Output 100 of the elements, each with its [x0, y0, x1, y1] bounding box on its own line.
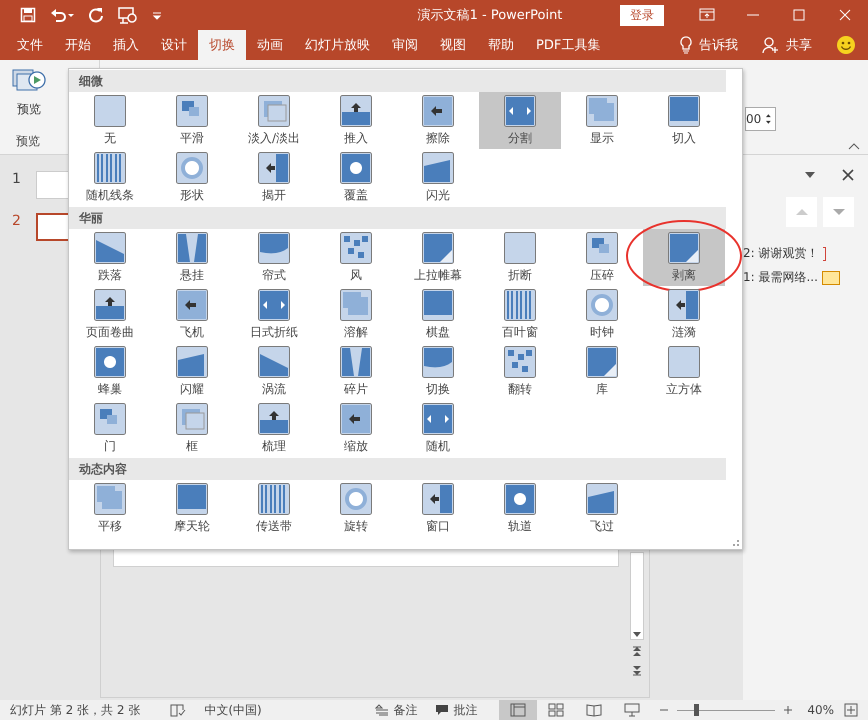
- preview-button[interactable]: 预览: [10, 65, 48, 120]
- zoom-percent[interactable]: 40%: [807, 703, 834, 717]
- transition-option[interactable]: 日式折纸: [233, 286, 315, 343]
- notes-button[interactable]: 备注: [393, 702, 418, 718]
- transition-option[interactable]: 悬挂: [151, 229, 233, 286]
- transition-option[interactable]: 形状: [151, 149, 233, 206]
- transition-option[interactable]: 百叶窗: [479, 286, 561, 343]
- ribbon-tab[interactable]: 插入: [102, 30, 150, 60]
- share-person-icon[interactable]: [762, 36, 780, 54]
- resize-grip-icon[interactable]: [732, 539, 740, 547]
- transition-option[interactable]: 旋转: [315, 480, 397, 537]
- fit-to-window-icon[interactable]: [844, 703, 858, 717]
- ribbon-tab[interactable]: 帮助: [477, 30, 525, 60]
- zoom-slider-thumb[interactable]: [694, 704, 699, 716]
- ribbon-tab[interactable]: 切换: [198, 30, 246, 60]
- transition-option[interactable]: 溶解: [315, 286, 397, 343]
- smiley-icon[interactable]: [836, 35, 856, 55]
- customize-caret-icon[interactable]: [152, 10, 162, 20]
- transition-option[interactable]: 框: [151, 400, 233, 457]
- transition-option[interactable]: 门: [69, 400, 151, 457]
- transition-option[interactable]: 摩天轮: [151, 480, 233, 537]
- transition-option[interactable]: 翻转: [479, 343, 561, 400]
- comment-icon[interactable]: [435, 704, 450, 716]
- ribbon-tab[interactable]: 幻灯片放映: [294, 30, 381, 60]
- transition-option[interactable]: 切换: [397, 343, 479, 400]
- tell-me-search[interactable]: 告诉我: [699, 36, 738, 54]
- ribbon-tab[interactable]: 视图: [429, 30, 477, 60]
- transition-option[interactable]: 显示: [561, 92, 643, 149]
- ribbon-tab[interactable]: 设计: [150, 30, 198, 60]
- view-button[interactable]: [499, 700, 538, 720]
- share-button[interactable]: 共享: [786, 36, 812, 54]
- next-slide-icon[interactable]: [632, 664, 642, 676]
- slideshow-icon[interactable]: [118, 6, 138, 24]
- transition-option[interactable]: 淡入/淡出: [233, 92, 315, 149]
- transition-option[interactable]: 库: [561, 343, 643, 400]
- transition-option[interactable]: 页面卷曲: [69, 286, 151, 343]
- transition-option[interactable]: 梳理: [233, 400, 315, 457]
- comments-button[interactable]: 批注: [453, 702, 478, 718]
- transition-option[interactable]: 涟漪: [643, 286, 725, 343]
- transition-option[interactable]: 风: [315, 229, 397, 286]
- undo-icon[interactable]: [50, 7, 74, 23]
- transition-option[interactable]: 剥离: [643, 229, 725, 286]
- slide-thumbnail[interactable]: [36, 213, 70, 241]
- transition-option[interactable]: 轨道: [479, 480, 561, 537]
- transition-option[interactable]: 覆盖: [315, 149, 397, 206]
- transition-option[interactable]: 擦除: [397, 92, 479, 149]
- transition-option[interactable]: 跌落: [69, 229, 151, 286]
- transition-option[interactable]: 平滑: [151, 92, 233, 149]
- transition-option[interactable]: 飞过: [561, 480, 643, 537]
- lightbulb-icon[interactable]: [679, 36, 693, 54]
- redo-icon[interactable]: [88, 7, 104, 23]
- transition-option[interactable]: 碎片: [315, 343, 397, 400]
- previous-slide-icon[interactable]: [632, 646, 642, 658]
- maximize-icon[interactable]: [791, 7, 807, 23]
- transition-option[interactable]: 随机: [397, 400, 479, 457]
- transition-option[interactable]: 上拉帷幕: [397, 229, 479, 286]
- transition-option[interactable]: 帘式: [233, 229, 315, 286]
- transition-option[interactable]: 棋盘: [397, 286, 479, 343]
- animation-entry[interactable]: 1: 最需网络...: [743, 269, 818, 286]
- ribbon-tab[interactable]: 文件: [6, 30, 54, 60]
- notes-icon[interactable]: [375, 704, 390, 716]
- transition-option[interactable]: 无: [69, 92, 151, 149]
- transition-option[interactable]: 分割: [479, 92, 561, 149]
- save-icon[interactable]: [20, 7, 36, 23]
- zoom-in-icon[interactable]: [783, 705, 794, 715]
- transition-option[interactable]: 飞机: [151, 286, 233, 343]
- transition-option[interactable]: 传送带: [233, 480, 315, 537]
- spell-check-icon[interactable]: [170, 703, 186, 717]
- collapse-ribbon-icon[interactable]: [848, 142, 860, 150]
- transition-option[interactable]: 闪耀: [151, 343, 233, 400]
- transition-option[interactable]: 揭开: [233, 149, 315, 206]
- ribbon-display-icon[interactable]: [699, 7, 715, 23]
- transition-option[interactable]: 窗口: [397, 480, 479, 537]
- transition-option[interactable]: 随机线条: [69, 149, 151, 206]
- transition-option[interactable]: 缩放: [315, 400, 397, 457]
- transition-option[interactable]: 时钟: [561, 286, 643, 343]
- language-text[interactable]: 中文(中国): [204, 702, 262, 718]
- transition-option[interactable]: 推入: [315, 92, 397, 149]
- ribbon-tab[interactable]: 审阅: [381, 30, 429, 60]
- transition-option[interactable]: 平移: [69, 480, 151, 537]
- ribbon-tab[interactable]: 动画: [246, 30, 294, 60]
- scroll-down-icon[interactable]: [632, 629, 642, 639]
- close-icon[interactable]: [837, 7, 853, 23]
- spin-arrows-icon[interactable]: [765, 112, 772, 126]
- transition-option[interactable]: 闪光: [397, 149, 479, 206]
- window-title: 演示文稿1 - PowerPoint: [416, 7, 564, 24]
- transition-option[interactable]: 切入: [643, 92, 725, 149]
- transition-option[interactable]: 蜂巢: [69, 343, 151, 400]
- transition-option[interactable]: 立方体: [643, 343, 725, 400]
- sign-in-button[interactable]: 登录: [620, 4, 664, 26]
- duration-spin-field[interactable]: 00: [745, 107, 776, 131]
- dropdown-caret-icon[interactable]: [804, 171, 816, 179]
- transition-option[interactable]: 涡流: [233, 343, 315, 400]
- transition-option[interactable]: 压碎: [561, 229, 643, 286]
- ribbon-tab[interactable]: PDF工具集: [525, 30, 612, 60]
- transition-option[interactable]: 折断: [479, 229, 561, 286]
- ribbon-tab[interactable]: 开始: [54, 30, 102, 60]
- scrollbar-track[interactable]: [630, 552, 644, 640]
- close-icon[interactable]: [842, 169, 854, 181]
- animation-entry[interactable]: 2: 谢谢观赏！: [743, 245, 818, 262]
